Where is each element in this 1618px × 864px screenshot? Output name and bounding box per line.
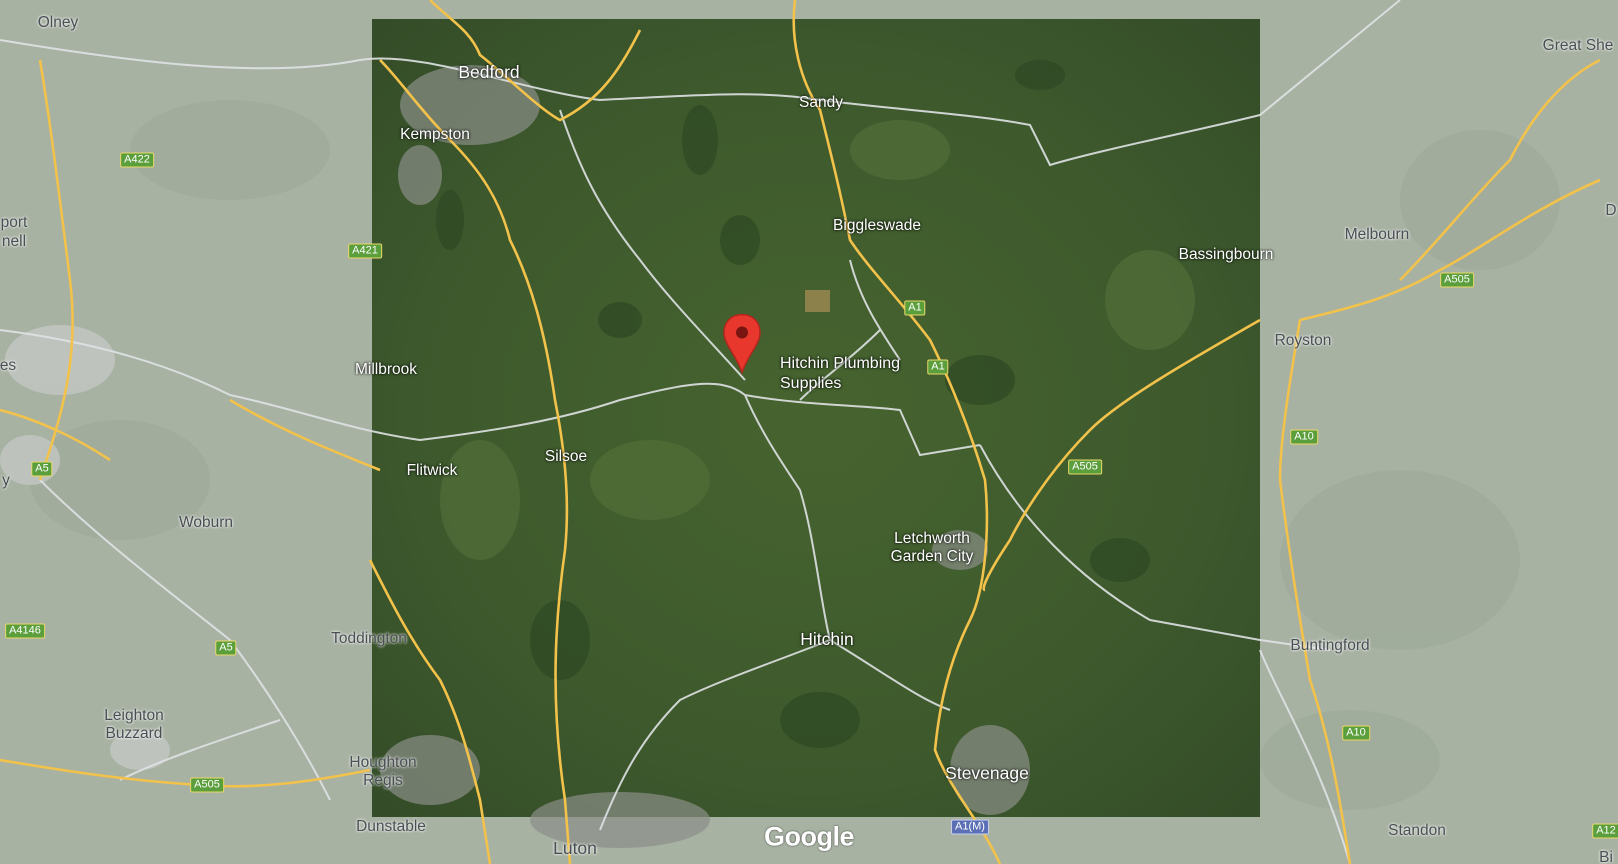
road-shield-a1m: A1(M) bbox=[951, 819, 989, 835]
place-label-edge-bi[interactable]: Bi bbox=[1599, 849, 1613, 864]
place-label-leighton-buzzard[interactable]: Leighton Buzzard bbox=[104, 707, 163, 743]
place-label-sandy[interactable]: Sandy bbox=[799, 94, 843, 112]
road-shield-a505-west: A505 bbox=[190, 777, 224, 793]
place-label-edge-d[interactable]: D bbox=[1605, 202, 1616, 220]
marker-label-line2: Supplies bbox=[780, 375, 842, 392]
place-label-millbrook[interactable]: Millbrook bbox=[355, 361, 417, 379]
place-label-dunstable[interactable]: Dunstable bbox=[356, 818, 426, 836]
marker-label-line1: Hitchin Plumbing bbox=[780, 355, 901, 372]
houghton-line2: Regis bbox=[363, 772, 403, 789]
place-label-standon[interactable]: Standon bbox=[1388, 822, 1446, 840]
place-label-melbourn[interactable]: Melbourn bbox=[1345, 226, 1410, 244]
road-shield-a421: A421 bbox=[348, 243, 382, 259]
road-shield-a5-north: A5 bbox=[31, 461, 53, 477]
place-label-buntingford[interactable]: Buntingford bbox=[1290, 637, 1369, 655]
road-shield-a4146: A4146 bbox=[5, 623, 45, 639]
place-label-biggleswade[interactable]: Biggleswade bbox=[833, 217, 921, 235]
place-label-stevenage[interactable]: Stevenage bbox=[945, 764, 1029, 782]
map-view[interactable]: Olney Bedford Kempston Sandy Great She p… bbox=[0, 0, 1618, 864]
place-label-edge-y[interactable]: y bbox=[2, 472, 10, 490]
marker-label[interactable]: Hitchin Plumbing Supplies bbox=[780, 354, 900, 394]
place-label-houghton-regis[interactable]: Houghton Regis bbox=[349, 754, 416, 790]
road-shield-a12-edge: A12 bbox=[1592, 823, 1618, 839]
place-label-olney[interactable]: Olney bbox=[38, 14, 79, 32]
road-shield-a10-south: A10 bbox=[1342, 725, 1370, 741]
road-shield-a5-south: A5 bbox=[215, 640, 237, 656]
road-shield-a1-mid: A1 bbox=[927, 359, 949, 375]
place-label-silsoe[interactable]: Silsoe bbox=[545, 448, 587, 466]
google-logo: Google bbox=[764, 821, 855, 852]
place-label-hitchin[interactable]: Hitchin bbox=[800, 630, 854, 648]
place-label-es[interactable]: es bbox=[0, 357, 16, 375]
place-label-toddington[interactable]: Toddington bbox=[331, 630, 407, 648]
road-shield-a505-east: A505 bbox=[1440, 272, 1474, 288]
place-label-woburn[interactable]: Woburn bbox=[179, 514, 233, 532]
place-label-bassingbourn[interactable]: Bassingbourn bbox=[1179, 246, 1274, 264]
place-label-luton[interactable]: Luton bbox=[553, 839, 597, 857]
location-pin-icon[interactable] bbox=[722, 313, 762, 380]
place-label-nell[interactable]: nell bbox=[2, 233, 26, 251]
map-terrain bbox=[0, 0, 1618, 864]
place-label-flitwick[interactable]: Flitwick bbox=[407, 462, 458, 480]
road-shield-a422: A422 bbox=[120, 152, 154, 168]
place-label-great-shelford[interactable]: Great She bbox=[1543, 37, 1614, 55]
road-shield-a10-north: A10 bbox=[1290, 429, 1318, 445]
road-shield-a505: A505 bbox=[1068, 459, 1102, 475]
place-label-royston[interactable]: Royston bbox=[1275, 332, 1332, 350]
leighton-line1: Leighton bbox=[104, 707, 164, 724]
place-label-bedford[interactable]: Bedford bbox=[458, 63, 519, 81]
leighton-line2: Buzzard bbox=[105, 725, 163, 742]
place-label-kempston[interactable]: Kempston bbox=[400, 126, 470, 144]
place-label-port[interactable]: port bbox=[1, 214, 28, 232]
letchworth-line1: Letchworth bbox=[894, 530, 970, 547]
place-label-letchworth[interactable]: Letchworth Garden City bbox=[891, 530, 974, 566]
road-shield-a1-north: A1 bbox=[904, 300, 926, 316]
houghton-line1: Houghton bbox=[349, 754, 417, 771]
letchworth-line2: Garden City bbox=[890, 548, 974, 565]
